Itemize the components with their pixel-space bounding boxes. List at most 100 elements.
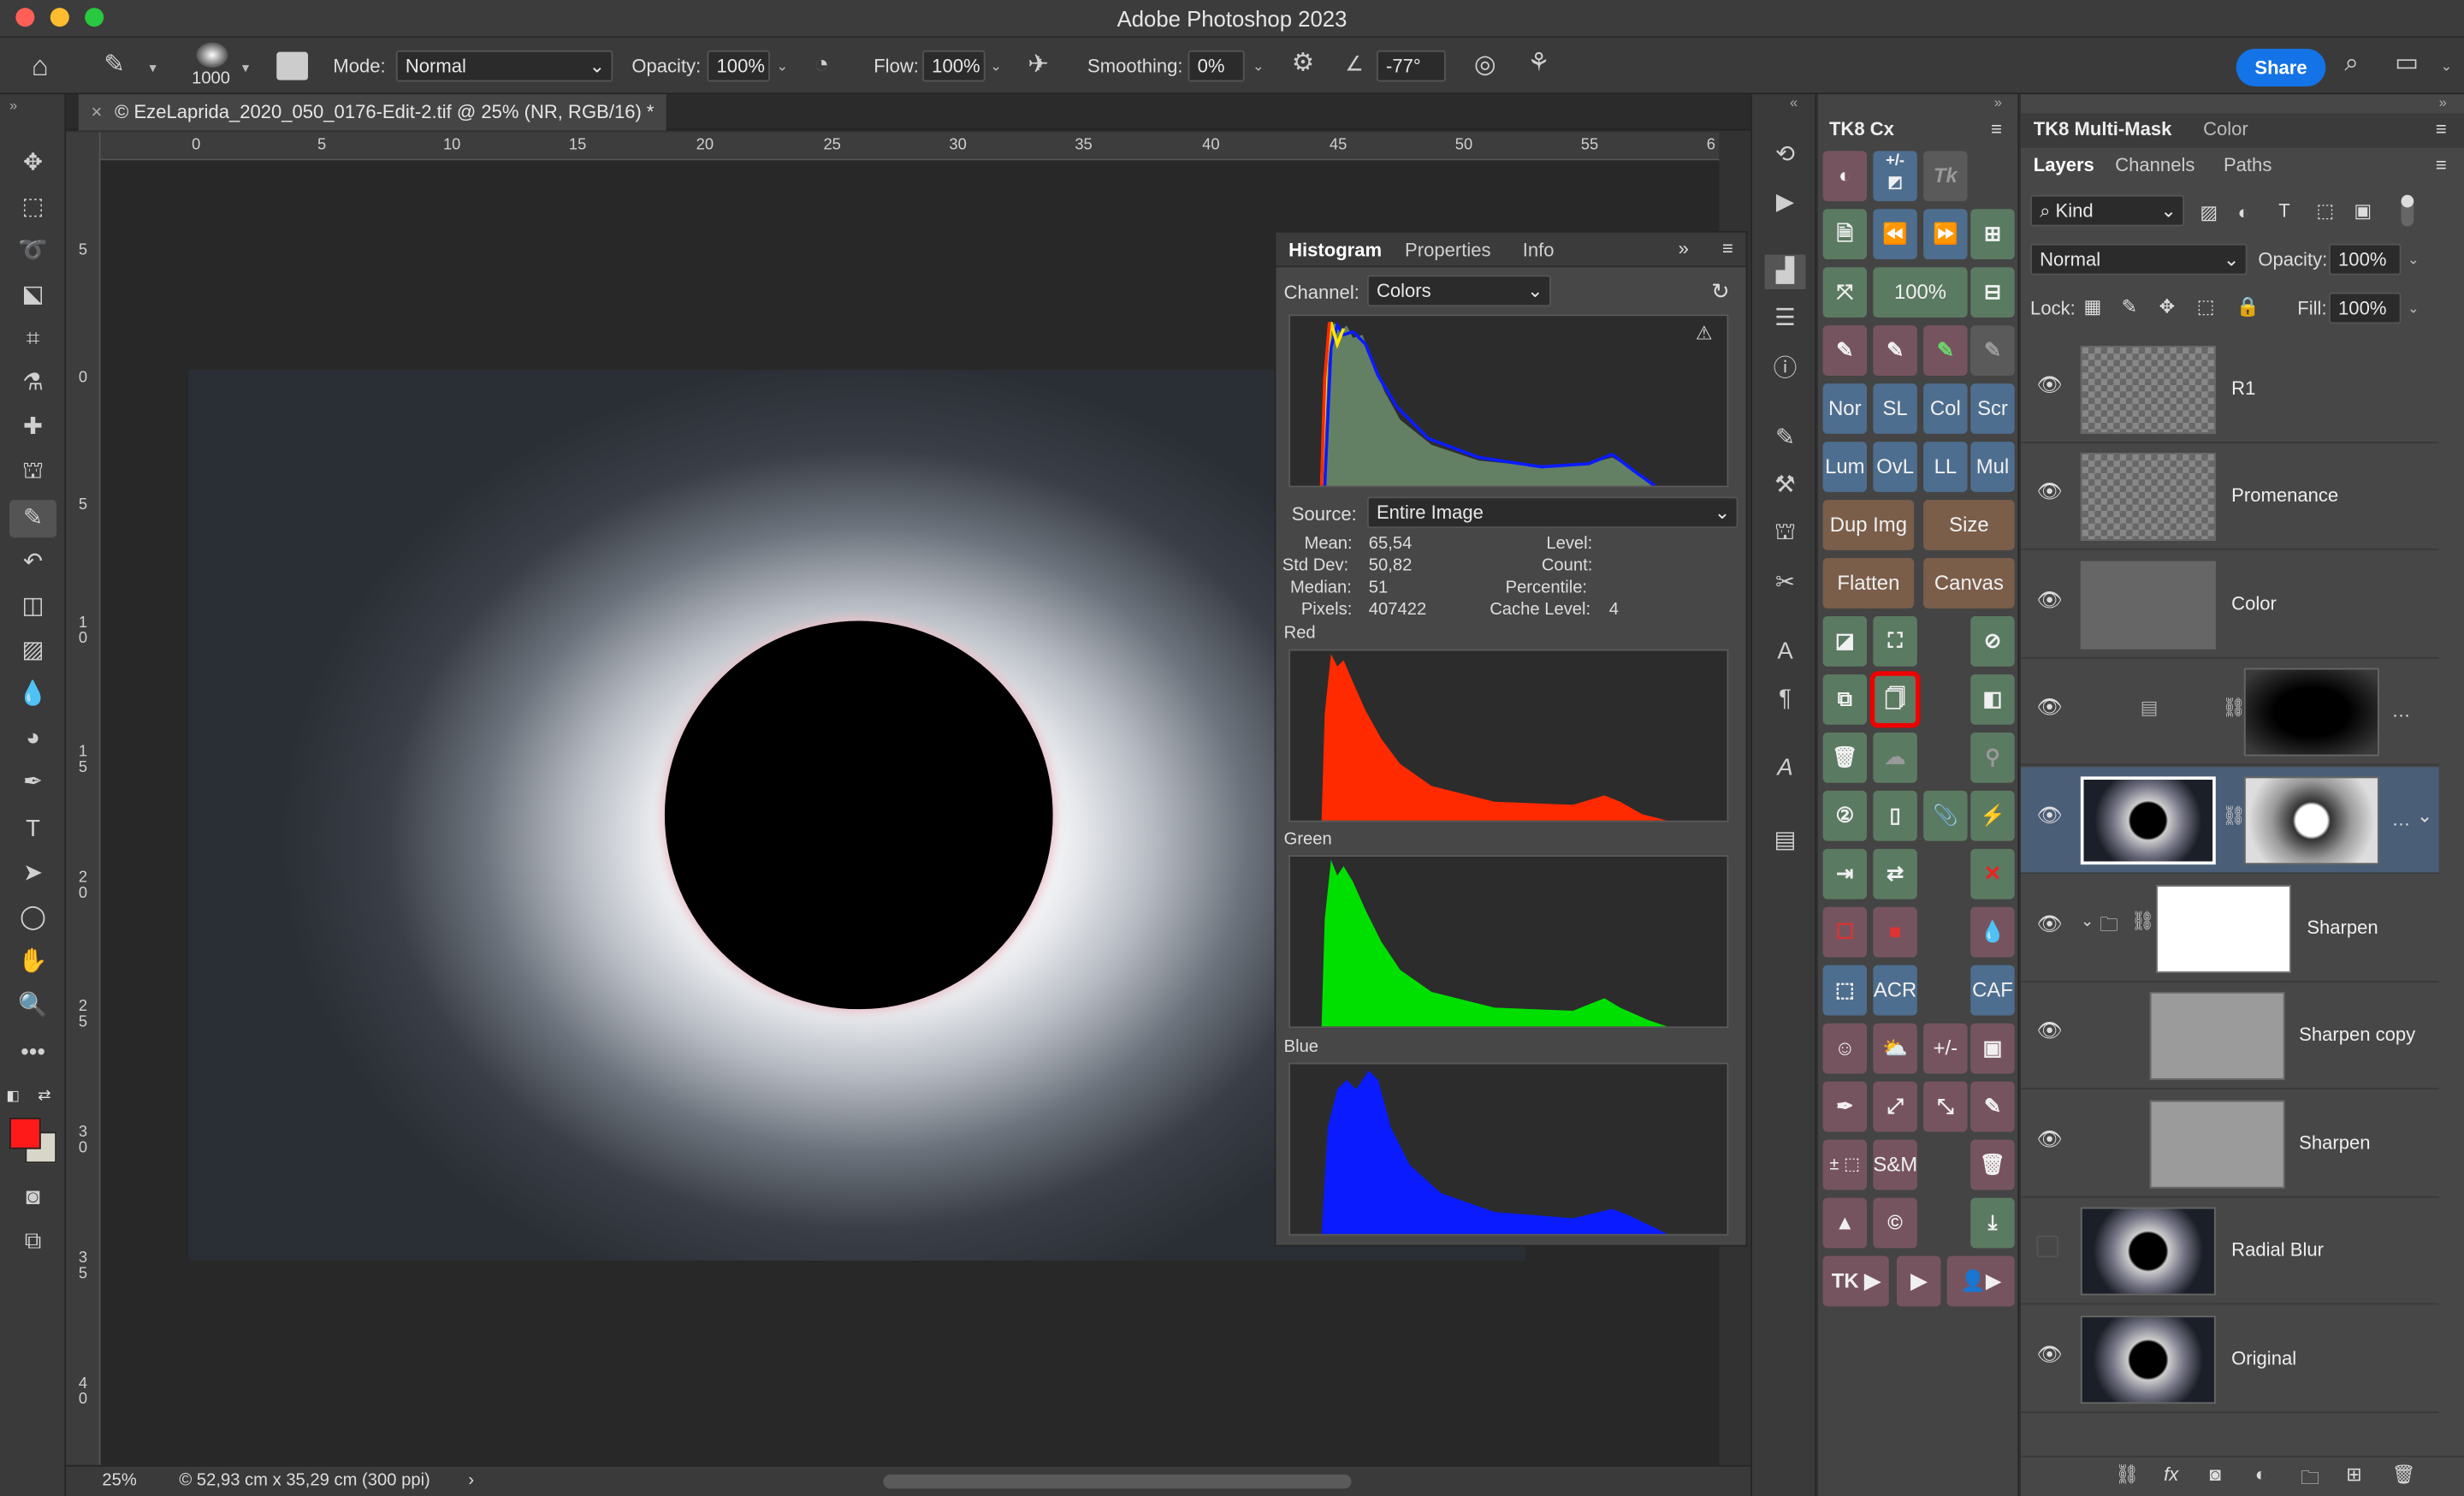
tk-logo-icon[interactable]: Tk <box>1923 151 1968 202</box>
histogram-icon[interactable]: ▟ <box>1764 254 1806 289</box>
new-layer-icon[interactable]: ⊞ <box>2346 1463 2361 1486</box>
panel-menu-icon[interactable]: ≡ <box>1722 237 1733 259</box>
trash-icon[interactable]: 🗑 <box>2392 1463 2416 1486</box>
gradient-tool-icon[interactable]: ▨ <box>9 632 56 669</box>
swap-icon[interactable]: ⇄ <box>1873 848 1917 899</box>
zoom-tool-icon[interactable]: 🔍 <box>9 987 56 1024</box>
blend-softlight-button[interactable]: SL <box>1873 383 1917 434</box>
tab-tk8-multimask[interactable]: TK8 Multi-Mask <box>2034 118 2172 140</box>
swap-colors-icon[interactable]: ⇄ <box>38 1088 50 1105</box>
chevron-down-icon[interactable]: ⌄ <box>2408 252 2420 269</box>
smoothing-field[interactable]: 0% <box>1188 50 1245 82</box>
acr-button[interactable]: ACR <box>1873 965 1917 1016</box>
rewind-icon[interactable]: ⏪ <box>1873 209 1917 260</box>
fit-screen-icon[interactable]: ⤧ <box>1822 267 1868 318</box>
filter-toggle[interactable] <box>2401 194 2414 227</box>
new-document-icon[interactable]: 🗎 <box>1822 209 1868 260</box>
pen-outline-icon[interactable]: ✎ <box>1970 1081 2015 1132</box>
channel-select[interactable]: Colors ⌄ <box>1366 275 1551 307</box>
portrait-icon[interactable]: ☺ <box>1822 1023 1868 1074</box>
merge-icon[interactable]: ◧ <box>1970 674 2015 725</box>
brush-settings-icon[interactable] <box>276 51 308 80</box>
lock-transparent-icon[interactable]: ▦ <box>2084 295 2102 318</box>
source-select[interactable]: Entire Image ⌄ <box>1366 496 1738 529</box>
horizontal-scrollbar[interactable] <box>883 1474 1352 1489</box>
crop-tool-icon[interactable]: ⌗ <box>9 321 56 359</box>
plus-icon[interactable]: ⊞ <box>1970 209 2015 260</box>
more-icon[interactable]: … <box>2392 808 2411 830</box>
tk-play-button[interactable]: TK ▶ <box>1822 1256 1889 1307</box>
filter-adjustment-icon[interactable]: ◐ <box>2238 201 2249 223</box>
layer-row[interactable]: 👁 Promenance <box>2021 443 2439 550</box>
lock-image-icon[interactable]: ✎ <box>2122 295 2137 318</box>
lasso-tool-icon[interactable]: ➰ <box>9 233 56 270</box>
fill-field[interactable]: 100% <box>2329 292 2402 324</box>
eraser-tool-icon[interactable]: ◫ <box>9 588 56 626</box>
eye-icon[interactable]: 👁 <box>2036 1019 2062 1042</box>
triangle-icon[interactable]: ▲ <box>1822 1197 1868 1249</box>
eye-icon[interactable]: 👁 <box>2036 589 2062 612</box>
zoom-100-button[interactable]: 100% <box>1873 267 1968 318</box>
close-tab-icon[interactable]: × <box>92 101 103 123</box>
blend-normal-button[interactable]: Nor <box>1822 383 1868 434</box>
fast-forward-icon[interactable]: ⏩ <box>1923 209 1968 260</box>
feather-icon[interactable]: ✒ <box>1822 1081 1868 1132</box>
filter-smart-icon[interactable]: ▣ <box>2354 199 2372 222</box>
caf-button[interactable]: CAF <box>1970 965 2015 1016</box>
fx-icon[interactable]: fx <box>2164 1463 2178 1486</box>
layer-row[interactable]: 👁 Original <box>2021 1306 2439 1414</box>
dodge-tool-icon[interactable]: ◕ <box>9 720 56 757</box>
gray-brush-icon[interactable]: ✎ <box>1970 325 2015 376</box>
quick-mask-icon[interactable]: ◙ <box>9 1179 56 1217</box>
layer-row-selected[interactable]: 👁 ⛓ … ⌄ <box>2021 767 2439 875</box>
chevron-right-icon[interactable]: › <box>468 1471 474 1490</box>
close-red-icon[interactable]: ✕ <box>1970 848 2015 899</box>
dup-img-button[interactable]: Dup Img <box>1822 500 1915 550</box>
pen-tool-icon[interactable]: ✒ <box>9 764 56 802</box>
more-icon[interactable]: … <box>2392 699 2411 721</box>
eye-icon[interactable]: 👁 <box>2036 696 2062 719</box>
zoom-level[interactable]: 25% <box>102 1471 136 1490</box>
marquee-tool-icon[interactable]: ⬚ <box>9 188 56 226</box>
cloud-icon[interactable]: ☁ <box>1873 732 1917 783</box>
play-icon[interactable]: ▶ <box>1896 1256 1941 1307</box>
hidden-visibility-box[interactable] <box>2036 1235 2059 1258</box>
lock-all-icon[interactable]: 🔒 <box>2236 295 2260 318</box>
chevron-down-icon[interactable]: ⌄ <box>2081 913 2094 930</box>
panel-menu-icon[interactable]: ≡ <box>1991 118 2002 140</box>
chevron-down-icon[interactable]: ⌄ <box>2408 300 2420 318</box>
hand-tool-icon[interactable]: ✋ <box>9 943 56 981</box>
canvas-button[interactable]: Canvas <box>1923 558 2015 608</box>
workspace-icon[interactable]: ▭ <box>2395 51 2419 77</box>
history-icon[interactable]: ⟲ <box>1765 139 1806 173</box>
green-brush-icon[interactable]: ✎ <box>1923 325 1968 376</box>
object-selection-tool-icon[interactable]: ⬕ <box>9 276 56 314</box>
eye-icon[interactable]: 👁 <box>2036 1128 2062 1151</box>
size-button[interactable]: Size <box>1923 500 2015 550</box>
red-square-outline-icon[interactable]: ☐ <box>1822 906 1868 958</box>
blend-linearlight-button[interactable]: LL <box>1923 442 1968 492</box>
layer-row[interactable]: 👁 Color <box>2021 552 2439 659</box>
tool-presets-icon[interactable]: ⚒ <box>1765 468 1806 502</box>
layer-opacity-field[interactable]: 100% <box>2329 243 2402 276</box>
smart-object-icon[interactable]: ⛶ <box>1873 615 1917 667</box>
delete-layer-icon[interactable]: 🗑 <box>1822 732 1868 783</box>
panel-menu-icon[interactable]: ≡ <box>2436 154 2447 176</box>
collapse-icon[interactable]: » <box>2439 94 2447 110</box>
link-icon[interactable]: ⛓ <box>2222 697 2246 719</box>
tab-layers[interactable]: Layers <box>2034 154 2094 176</box>
chevron-down-icon[interactable]: ⌄ <box>776 58 788 75</box>
blend-overlay-button[interactable]: OvL <box>1873 442 1917 492</box>
search-layer-icon[interactable]: ⚲ <box>1970 732 2015 783</box>
layer-row-group[interactable]: 👁 ⌄ 🗀 ⛓ Sharpen <box>2021 876 2439 982</box>
actions-play-icon[interactable]: ▶ <box>1765 186 1806 220</box>
angle-field[interactable]: -77° <box>1376 50 1446 82</box>
glyphs-icon[interactable]: A <box>1765 751 1806 786</box>
link-icon[interactable]: ⛓ <box>2131 910 2155 932</box>
expand-icon[interactable]: » <box>1679 237 1689 259</box>
clone-source-icon[interactable]: ⛫ <box>1765 515 1806 549</box>
search-icon[interactable]: ⌕ <box>2344 51 2358 77</box>
type-tool-icon[interactable]: T <box>9 811 56 849</box>
group-mask-thumbnail[interactable] <box>2155 885 2291 973</box>
import-icon[interactable]: ⇥ <box>1822 848 1868 899</box>
